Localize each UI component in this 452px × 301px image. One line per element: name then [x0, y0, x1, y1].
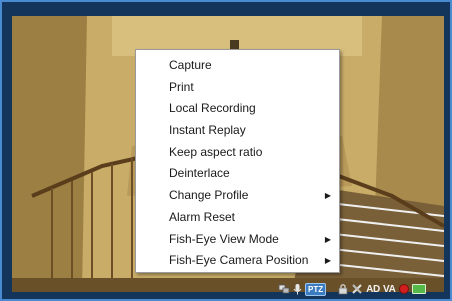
menu-item-label: Capture: [169, 58, 212, 72]
submenu-arrow-icon: ▶: [324, 234, 331, 244]
menu-item-label: Keep aspect ratio: [169, 144, 263, 159]
menu-item-label: Local Recording: [169, 101, 256, 116]
menu-item-label: Fish-Eye Camera Position: [169, 253, 309, 268]
va-indicator: VA: [382, 283, 396, 295]
menu-item-label: Alarm Reset: [169, 209, 236, 224]
lock-icon: [338, 284, 348, 295]
menu-item-label: Fish-Eye View Mode: [169, 231, 279, 246]
ptz-icon: PTZ: [305, 282, 327, 296]
menu-item-change-profile[interactable]: Change Profile ▶: [136, 185, 339, 207]
submenu-arrow-icon: ▶: [324, 191, 331, 201]
video-viewer-frame: Capture Print Local Recording Instant Re…: [0, 0, 452, 301]
menu-item-local-recording[interactable]: Local Recording: [136, 98, 339, 120]
menu-item-instant-replay[interactable]: Instant Replay: [136, 120, 339, 142]
camera-icon: [411, 284, 426, 294]
record-icon: [398, 284, 409, 294]
menu-item-deinterlace[interactable]: Deinterlace: [136, 163, 339, 185]
menu-item-label: Instant Replay: [169, 123, 246, 138]
submenu-arrow-icon: ▶: [324, 256, 331, 266]
context-menu: Capture Print Local Recording Instant Re…: [135, 49, 340, 273]
menu-item-alarm-reset[interactable]: Alarm Reset: [136, 207, 339, 229]
status-bar: PTZ AD VA: [278, 281, 426, 297]
menu-item-keep-aspect-ratio[interactable]: Keep aspect ratio: [136, 142, 339, 164]
menu-item-capture[interactable]: Capture: [136, 55, 339, 77]
menu-item-print[interactable]: Print: [136, 77, 339, 99]
microphone-icon: [293, 284, 302, 295]
menu-item-fish-eye-view-mode[interactable]: Fish-Eye View Mode ▶: [136, 229, 339, 251]
network-icon: [278, 284, 290, 294]
menu-item-label: Change Profile: [169, 188, 249, 203]
menu-item-label: Deinterlace: [169, 166, 230, 181]
menu-item-label: Print: [169, 79, 194, 94]
ad-indicator: AD: [366, 283, 380, 295]
tool-icon: [352, 284, 362, 294]
menu-item-fish-eye-camera-position[interactable]: Fish-Eye Camera Position ▶: [136, 250, 339, 272]
